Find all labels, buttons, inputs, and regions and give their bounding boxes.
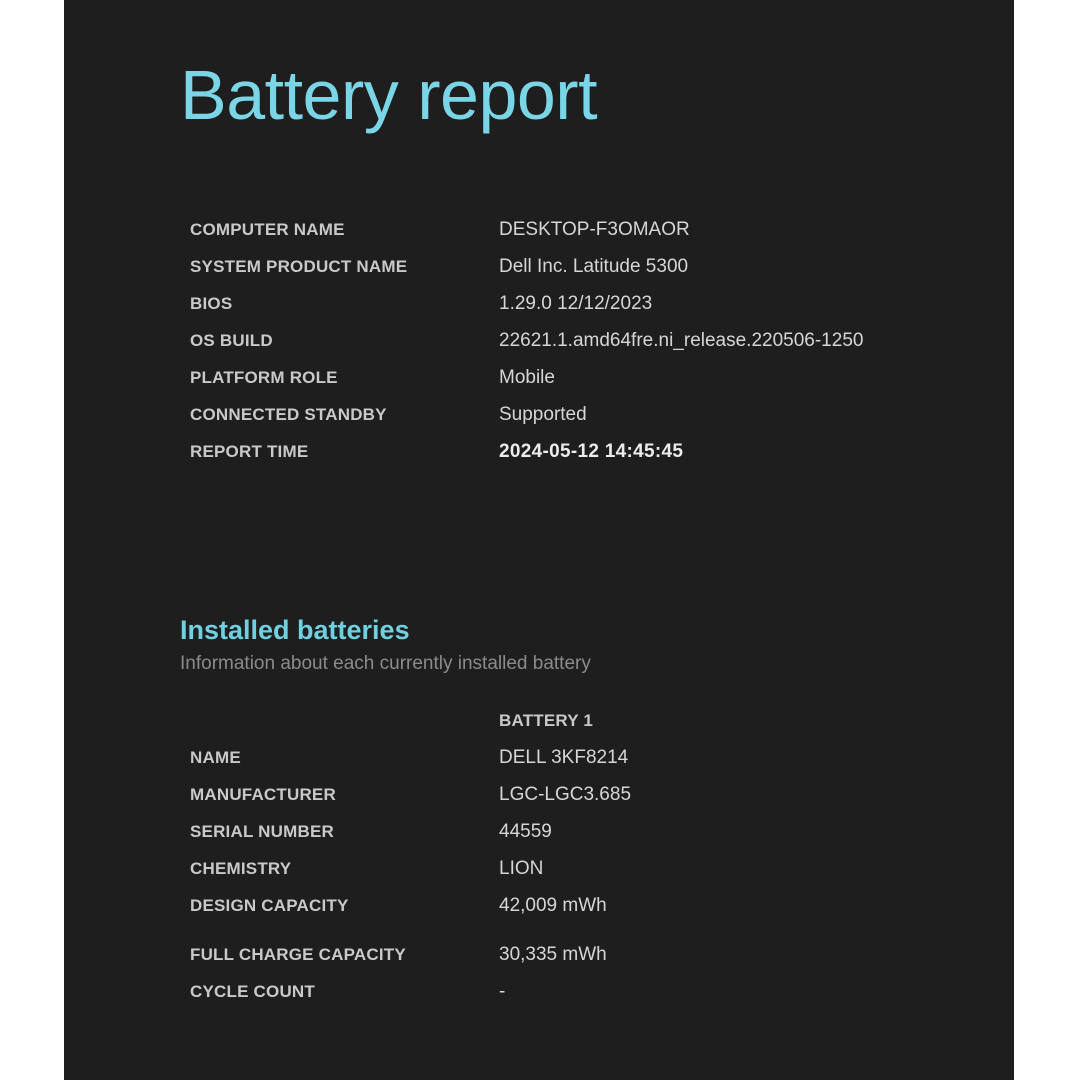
row-value: 30,335 mWh [499, 944, 607, 965]
row-value: LION [499, 858, 544, 879]
section-heading: Installed batteries [180, 615, 410, 645]
table-row: BIOS 1.29.0 12/12/2023 [190, 293, 863, 330]
installed-batteries-table: BATTERY 1 NAME DELL 3KF8214 MANUFACTURER LGC… [190, 711, 631, 1018]
row-spacer [190, 932, 631, 944]
row-label: BIOS [190, 294, 233, 313]
row-label: COMPUTER NAME [190, 220, 345, 239]
table-row: COMPUTER NAME DESKTOP-F3OMAOR [190, 219, 863, 256]
table-row: SERIAL NUMBER 44559 [190, 821, 631, 858]
row-label: CHEMISTRY [190, 859, 292, 878]
row-value: 2024-05-12 14:45:45 [499, 441, 684, 462]
row-label: DESIGN CAPACITY [190, 896, 349, 915]
table-row: REPORT TIME 2024-05-12 14:45:45 [190, 441, 863, 478]
row-value: Mobile [499, 367, 555, 388]
row-value: Supported [499, 404, 587, 425]
row-label: CONNECTED STANDBY [190, 405, 387, 424]
battery-report-page: Battery report COMPUTER NAME DESKTOP-F3OM… [64, 0, 1014, 1080]
table-row: CONNECTED STANDBY Supported [190, 404, 863, 441]
row-label: REPORT TIME [190, 442, 309, 461]
row-label: MANUFACTURER [190, 785, 336, 804]
section-subtitle: Information about each currently install… [180, 652, 591, 674]
installed-batteries-section: Installed batteries Information about ea… [180, 614, 591, 675]
table-row: DESIGN CAPACITY 42,009 mWh [190, 895, 631, 932]
row-value: 42,009 mWh [499, 895, 607, 916]
system-information-table: COMPUTER NAME DESKTOP-F3OMAOR SYSTEM PRODU… [190, 219, 863, 478]
row-label: SERIAL NUMBER [190, 822, 334, 841]
table-row: FULL CHARGE CAPACITY 30,335 mWh [190, 944, 631, 981]
row-value: 1.29.0 12/12/2023 [499, 293, 653, 314]
table-row: NAME DELL 3KF8214 [190, 747, 631, 784]
row-label: PLATFORM ROLE [190, 368, 338, 387]
table-row: OS BUILD 22621.1.amd64fre.ni_release.2205… [190, 330, 863, 367]
row-value: Dell Inc. Latitude 5300 [499, 256, 689, 277]
table-row: CHEMISTRY LION [190, 858, 631, 895]
battery-column-header: BATTERY 1 [499, 711, 594, 730]
table-row: SYSTEM PRODUCT NAME Dell Inc. Latitude 53… [190, 256, 863, 293]
row-label: SYSTEM PRODUCT NAME [190, 257, 408, 276]
row-label: CYCLE COUNT [190, 982, 315, 1001]
row-label: FULL CHARGE CAPACITY [190, 945, 406, 964]
table-row: PLATFORM ROLE Mobile [190, 367, 863, 404]
row-value: 22621.1.amd64fre.ni_release.220506-1250 [499, 330, 864, 351]
row-label: OS BUILD [190, 331, 273, 350]
row-value: DELL 3KF8214 [499, 747, 629, 768]
table-row: MANUFACTURER LGC-LGC3.685 [190, 784, 631, 821]
row-label: NAME [190, 748, 241, 767]
row-value: - [499, 981, 506, 1002]
row-value: 44559 [499, 821, 552, 842]
row-value: LGC-LGC3.685 [499, 784, 632, 805]
table-row: CYCLE COUNT - [190, 981, 631, 1018]
row-value: DESKTOP-F3OMAOR [499, 219, 690, 240]
page-title: Battery report [180, 56, 598, 134]
battery-column-header-row: BATTERY 1 [190, 711, 631, 747]
